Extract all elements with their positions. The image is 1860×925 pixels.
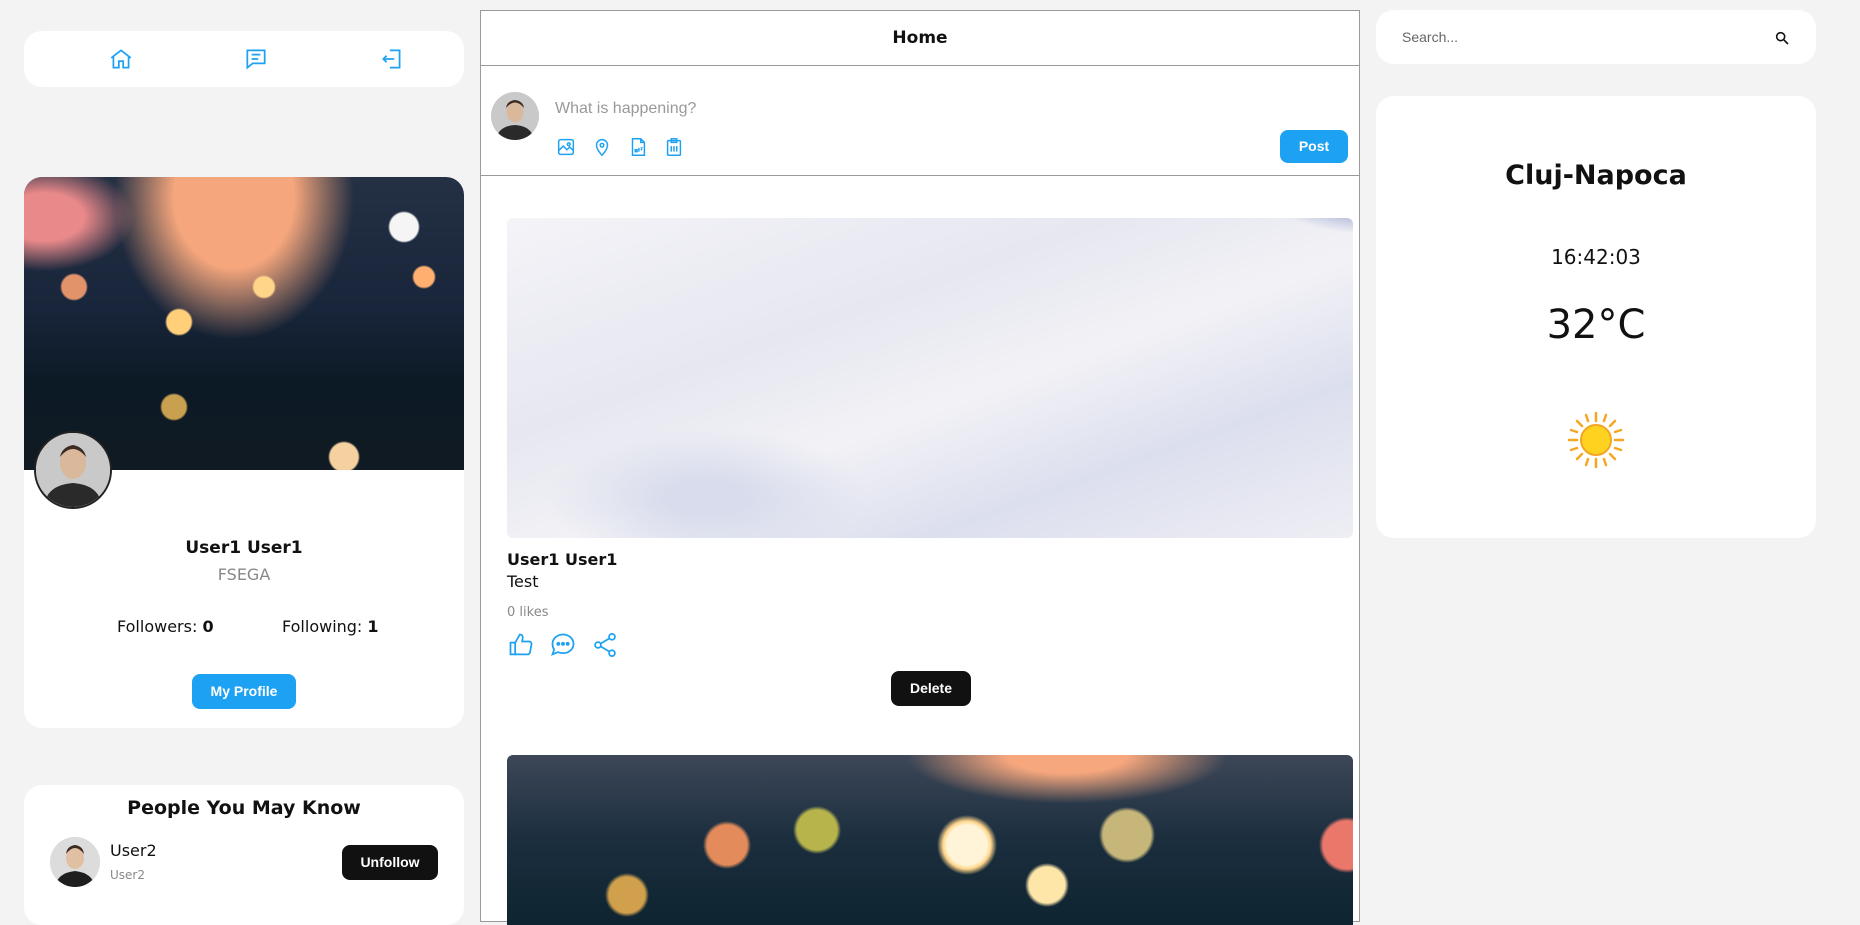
profile-name: User1 User1 [185,538,303,558]
following-stat: Following: 1 [282,617,379,636]
profile-organization: FSEGA [217,565,271,584]
my-profile-button[interactable]: My Profile [192,674,296,709]
avatar[interactable] [491,92,539,140]
post-likes: 0 likes [507,605,549,620]
composer-tools [555,136,699,162]
following-label: Following: [282,617,363,636]
post-text: Test [507,572,539,591]
home-icon[interactable] [108,46,134,72]
feed: Home What is happening? Post User1 User1… [480,10,1360,925]
share-icon[interactable] [591,631,619,659]
logout-icon[interactable] [379,46,405,72]
profile-cover-image [24,177,464,470]
post-button[interactable]: Post [1280,130,1348,163]
post-image[interactable] [507,755,1353,925]
post-actions [507,631,633,663]
gif-icon[interactable] [627,136,649,158]
avatar[interactable] [34,431,112,509]
search-input[interactable]: Search... [1402,29,1458,45]
post-input[interactable]: What is happening? [555,100,696,118]
messages-icon[interactable] [243,46,269,72]
followers-stat: Followers: 0 [117,617,214,636]
pymk-title: People You May Know [127,797,361,819]
post-composer: What is happening? Post [481,66,1359,176]
avatar[interactable] [50,837,100,887]
search-bar: Search... [1376,10,1816,64]
post-image[interactable] [507,218,1353,538]
delete-button[interactable]: Delete [891,671,971,706]
image-icon[interactable] [555,136,577,158]
post-author[interactable]: User1 User1 [507,550,617,569]
page-title: Home [481,11,1359,66]
people-you-may-know-card: People You May Know User2 User2 Unfollow [24,785,464,925]
pymk-person-name[interactable]: User2 [110,841,157,860]
sun-icon [1566,410,1626,470]
followers-count: 0 [202,617,214,636]
like-icon[interactable] [507,631,535,659]
pymk-person-username: User2 [110,868,145,882]
nav-bar [24,31,464,87]
location-icon[interactable] [591,136,613,158]
following-count: 1 [367,617,379,636]
clipboard-icon[interactable] [663,136,685,158]
profile-card: User1 User1 FSEGA Followers: 0 Following… [24,177,464,728]
search-icon[interactable] [1774,30,1790,46]
weather-widget: Cluj-Napoca 16:42:03 32°C [1376,96,1816,538]
weather-city: Cluj-Napoca [1505,160,1687,191]
comment-icon[interactable] [549,631,577,659]
followers-label: Followers: [117,617,198,636]
weather-temperature: 32°C [1546,302,1646,348]
weather-time: 16:42:03 [1551,245,1641,269]
unfollow-button[interactable]: Unfollow [342,845,438,880]
